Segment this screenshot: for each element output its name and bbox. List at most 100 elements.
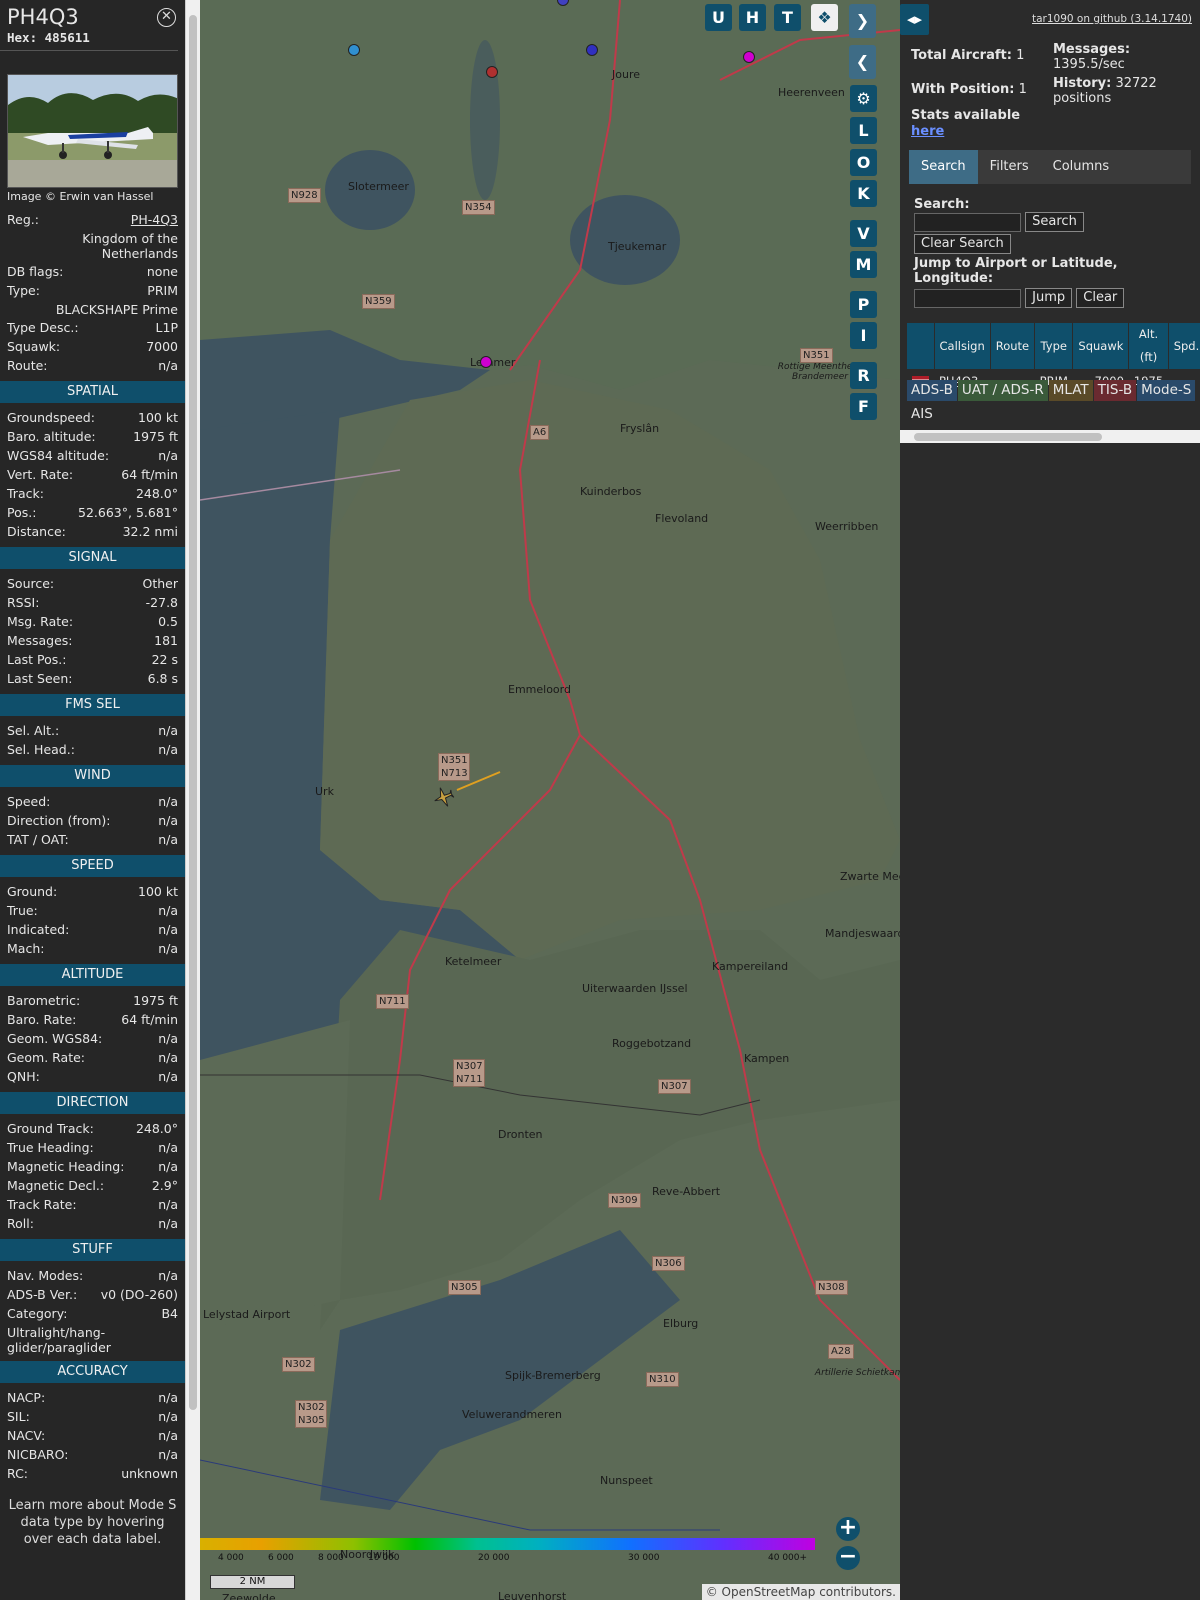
column-header[interactable]: Alt. (ft) <box>1128 323 1169 369</box>
info-label[interactable]: NACP: <box>7 1388 45 1407</box>
info-label[interactable]: Speed: <box>7 792 50 811</box>
search-button[interactable]: Search <box>1025 212 1084 232</box>
info-label[interactable]: TAT / OAT: <box>7 830 69 849</box>
info-label[interactable]: Ground Track: <box>7 1119 94 1138</box>
source-badge-mlat[interactable]: MLAT <box>1048 380 1093 401</box>
info-label[interactable]: Geom. Rate: <box>7 1048 85 1067</box>
map-button-h[interactable]: H <box>739 4 766 31</box>
column-header[interactable]: Callsign <box>934 323 991 369</box>
hscroll-thumb[interactable] <box>914 433 1102 441</box>
other-aircraft-icon[interactable] <box>348 44 360 56</box>
info-label[interactable]: Track Rate: <box>7 1195 77 1214</box>
section-wind[interactable]: WIND <box>0 765 185 787</box>
map-button-o[interactable]: O <box>850 149 877 176</box>
other-aircraft-icon[interactable] <box>586 44 598 56</box>
scrollbar-thumb[interactable] <box>189 15 197 1410</box>
table-hscrollbar[interactable] <box>900 430 1200 443</box>
info-label[interactable]: Last Seen: <box>7 669 72 688</box>
aircraft-photo[interactable] <box>7 74 178 188</box>
info-label[interactable]: Source: <box>7 574 54 593</box>
info-label[interactable]: WGS84 altitude: <box>7 446 109 465</box>
info-label[interactable]: QNH: <box>7 1067 40 1086</box>
section-stuff[interactable]: STUFF <box>0 1239 185 1261</box>
info-label[interactable]: NACV: <box>7 1426 45 1445</box>
info-label[interactable]: NICBARO: <box>7 1445 68 1464</box>
info-label[interactable]: Track: <box>7 484 44 503</box>
info-label[interactable]: Last Pos.: <box>7 650 66 669</box>
info-label[interactable]: SIL: <box>7 1407 30 1426</box>
section-altitude[interactable]: ALTITUDE <box>0 964 185 986</box>
info-label[interactable]: Sel. Alt.: <box>7 721 59 740</box>
map-button-k[interactable]: K <box>850 180 877 207</box>
info-label[interactable]: Direction (from): <box>7 811 111 830</box>
info-label[interactable]: Indicated: <box>7 920 69 939</box>
tab-search[interactable]: Search <box>909 150 978 184</box>
map-button-l[interactable]: L <box>850 117 877 144</box>
section-speed[interactable]: SPEED <box>0 855 185 877</box>
info-label[interactable]: ADS-B Ver.: <box>7 1285 77 1304</box>
info-label[interactable]: Distance: <box>7 522 66 541</box>
jump-button[interactable]: Jump <box>1025 288 1073 308</box>
source-badge-tis-b[interactable]: TIS-B <box>1093 380 1137 401</box>
search-input[interactable] <box>914 212 1021 232</box>
jump-input[interactable] <box>914 288 1021 308</box>
section-accuracy[interactable]: ACCURACY <box>0 1361 185 1383</box>
map-button-t[interactable]: T <box>774 4 801 31</box>
column-header[interactable] <box>907 323 935 369</box>
github-link[interactable]: tar1090 on github (3.14.1740) <box>1032 13 1192 25</box>
column-header[interactable]: Type <box>1034 323 1074 369</box>
source-badge-mode-s[interactable]: Mode-S <box>1137 380 1196 401</box>
map-button-f[interactable]: F <box>850 393 877 420</box>
close-icon[interactable]: ✕ <box>157 8 176 27</box>
info-label[interactable]: Sel. Head.: <box>7 740 75 759</box>
expand-right-icon[interactable]: ❯ <box>849 4 876 38</box>
source-badge-ads-b[interactable]: ADS-B <box>907 380 957 401</box>
tab-columns[interactable]: Columns <box>1041 150 1122 184</box>
map-button-u[interactable]: U <box>705 4 732 31</box>
column-header[interactable]: Route <box>990 323 1036 369</box>
stats-link[interactable]: here <box>911 124 944 139</box>
info-label[interactable]: Magnetic Decl.: <box>7 1176 104 1195</box>
map-button-r[interactable]: R <box>850 362 877 389</box>
section-fms-sel[interactable]: FMS SEL <box>0 694 185 716</box>
info-label[interactable]: Messages: <box>7 631 73 650</box>
info-label[interactable]: Pos.: <box>7 503 36 522</box>
zoom-out-icon[interactable]: − <box>836 1546 860 1570</box>
clear-button[interactable]: Clear <box>1076 288 1125 308</box>
section-direction[interactable]: DIRECTION <box>0 1092 185 1114</box>
toggle-sidebar-icon[interactable]: ◂▸ <box>900 4 929 35</box>
info-label[interactable]: Ground: <box>7 882 57 901</box>
zoom-in-icon[interactable]: + <box>836 1517 860 1541</box>
collapse-left-icon[interactable]: ❮ <box>849 45 876 79</box>
info-label[interactable]: Magnetic Heading: <box>7 1157 124 1176</box>
info-label[interactable]: True: <box>7 901 38 920</box>
info-label[interactable]: True Heading: <box>7 1138 94 1157</box>
info-label[interactable]: Category: <box>7 1304 67 1323</box>
settings-gear-icon[interactable]: ⚙ <box>850 85 877 112</box>
info-label[interactable]: RSSI: <box>7 593 39 612</box>
map-view[interactable]: Joure Heerenveen Lemmer Emmeloord Urk Dronten… <box>200 0 900 1600</box>
map-attribution[interactable]: © OpenStreetMap contributors. <box>701 1584 900 1600</box>
map-button-v[interactable]: V <box>850 220 877 247</box>
other-aircraft-icon[interactable] <box>480 356 492 368</box>
source-badge-ais[interactable]: AIS <box>907 404 937 425</box>
column-header[interactable]: Squawk <box>1072 323 1130 369</box>
info-label[interactable]: RC: <box>7 1464 28 1483</box>
info-label[interactable]: Geom. WGS84: <box>7 1029 102 1048</box>
info-label[interactable]: Mach: <box>7 939 44 958</box>
map-button-m[interactable]: M <box>850 251 877 278</box>
other-aircraft-icon[interactable] <box>743 51 755 63</box>
info-label[interactable]: Msg. Rate: <box>7 612 73 631</box>
aircraft-marker-icon[interactable] <box>432 785 456 809</box>
other-aircraft-icon[interactable] <box>486 66 498 78</box>
info-label[interactable]: Nav. Modes: <box>7 1266 83 1285</box>
source-badge-uat-ads-r[interactable]: UAT / ADS-R <box>957 380 1048 401</box>
info-label[interactable]: Barometric: <box>7 991 80 1010</box>
clear-search-button[interactable]: Clear Search <box>914 234 1011 254</box>
section-spatial[interactable]: SPATIAL <box>0 381 185 403</box>
layers-icon[interactable]: ❖ <box>811 4 838 31</box>
map-button-p[interactable]: P <box>850 291 877 318</box>
column-header[interactable]: Spd. <box>1168 323 1200 369</box>
section-signal[interactable]: SIGNAL <box>0 547 185 569</box>
info-label[interactable]: Baro. altitude: <box>7 427 96 446</box>
